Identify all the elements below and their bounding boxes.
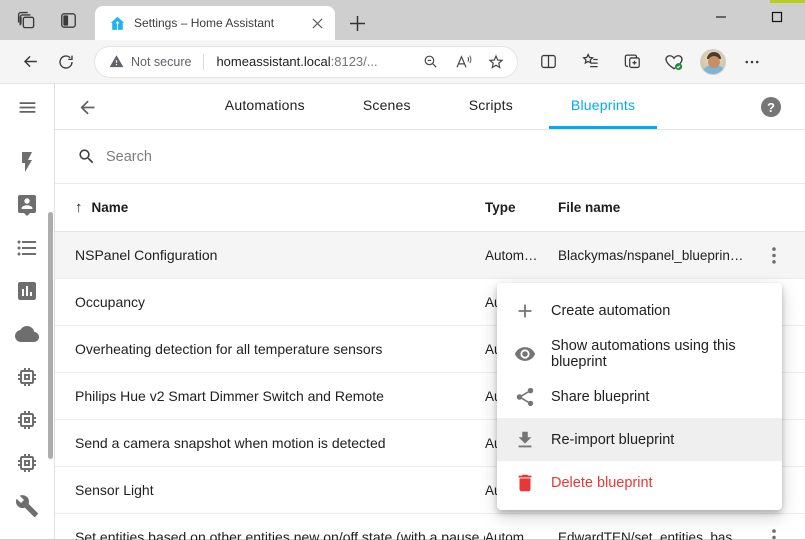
security-label: Not secure xyxy=(131,55,191,69)
share-icon xyxy=(514,386,536,408)
split-screen-icon[interactable] xyxy=(532,46,564,78)
maximize-icon[interactable] xyxy=(749,0,805,34)
add-tab-to-collection-icon[interactable] xyxy=(616,46,648,78)
row-file-name: EdwardTEN/set_entities_bas… xyxy=(558,530,743,540)
row-name: Philips Hue v2 Smart Dimmer Switch and R… xyxy=(75,388,485,404)
refresh-icon[interactable] xyxy=(50,46,82,78)
context-menu: Create automation Show automations using… xyxy=(497,283,782,510)
chip-icon[interactable] xyxy=(15,451,39,475)
chart-box-icon[interactable] xyxy=(15,279,39,303)
browser-toolbar: Not secure homeassistant.local:8123/... xyxy=(0,40,805,84)
home-assistant-favicon xyxy=(109,15,126,32)
sidebar-scrollbar[interactable] xyxy=(48,212,53,459)
url-text[interactable]: homeassistant.local:8123/... xyxy=(216,54,410,69)
row-name: Sensor Light xyxy=(75,482,485,498)
row-name: Overheating detection for all temperatur… xyxy=(75,341,485,357)
ha-nav-tabs: Automations Scenes Scripts Blueprints xyxy=(55,84,805,129)
back-icon[interactable] xyxy=(14,46,46,78)
sidebar-icons xyxy=(0,150,54,518)
sort-arrow-icon[interactable]: ↑ xyxy=(75,199,83,216)
delete-icon xyxy=(514,472,536,494)
menu-item-label: Share blueprint xyxy=(551,389,649,405)
table-header: ↑ Name Type File name xyxy=(55,184,805,232)
person-pin-icon[interactable] xyxy=(15,193,39,217)
row-overflow-menu-icon[interactable] xyxy=(764,525,784,540)
search-icon xyxy=(77,147,96,166)
menu-item-label: Create automation xyxy=(551,303,670,319)
column-name[interactable]: Name xyxy=(92,200,129,215)
context-menu-item[interactable]: Re-import blueprint xyxy=(497,418,782,461)
read-aloud-icon[interactable] xyxy=(450,49,476,75)
table-row[interactable]: NSPanel Configuration Autom… Blackymas/n… xyxy=(55,232,805,279)
row-type: Autom… xyxy=(485,530,558,540)
tab-scripts[interactable]: Scripts xyxy=(447,84,535,129)
eye-icon xyxy=(514,343,536,365)
workspaces-icon[interactable] xyxy=(16,10,36,30)
context-menu-item[interactable]: Delete blueprint xyxy=(497,461,782,504)
row-name: Send a camera snapshot when motion is de… xyxy=(75,435,485,451)
top-edge-strip xyxy=(770,0,805,3)
list-icon[interactable] xyxy=(15,236,39,260)
row-name: NSPanel Configuration xyxy=(75,247,485,263)
table-row[interactable]: Set entities based on other entities new… xyxy=(55,514,805,540)
tab-actions-icon[interactable] xyxy=(58,10,78,30)
menu-icon[interactable] xyxy=(17,97,38,118)
wrench-icon[interactable] xyxy=(15,494,39,518)
context-menu-item[interactable]: Share blueprint xyxy=(497,375,782,418)
browser-tab-bar: Settings – Home Assistant xyxy=(0,0,805,40)
row-name: Occupancy xyxy=(75,294,485,310)
row-name: Set entities based on other entities new… xyxy=(75,529,485,540)
context-menu-item[interactable]: Show automations using this blueprint xyxy=(497,332,782,375)
address-divider xyxy=(203,54,204,70)
warning-icon[interactable] xyxy=(109,54,124,69)
profile-avatar[interactable] xyxy=(700,49,726,75)
search-bar xyxy=(55,130,805,184)
help-icon[interactable]: ? xyxy=(761,97,781,117)
search-input[interactable] xyxy=(106,149,805,165)
favorites-icon[interactable] xyxy=(574,46,606,78)
column-file-name[interactable]: File name xyxy=(558,200,743,215)
zoom-out-icon[interactable] xyxy=(417,49,443,75)
close-tab-icon[interactable] xyxy=(309,15,325,31)
row-overflow-menu-icon[interactable] xyxy=(764,243,784,268)
browser-tab[interactable]: Settings – Home Assistant xyxy=(95,6,335,40)
menu-item-label: Re-import blueprint xyxy=(551,432,674,448)
new-tab-icon[interactable] xyxy=(344,10,370,36)
tab-title: Settings – Home Assistant xyxy=(134,16,301,30)
menu-item-label: Delete blueprint xyxy=(551,475,653,491)
menu-item-label: Show automations using this blueprint xyxy=(551,338,765,370)
more-icon[interactable] xyxy=(736,46,768,78)
address-bar[interactable]: Not secure homeassistant.local:8123/... xyxy=(94,46,518,78)
context-menu-item[interactable]: Create automation xyxy=(497,289,782,332)
ha-back-icon[interactable] xyxy=(77,97,98,118)
tab-blueprints[interactable]: Blueprints xyxy=(549,84,657,129)
chip-icon[interactable] xyxy=(15,365,39,389)
row-type: Autom… xyxy=(485,248,558,263)
chip-icon[interactable] xyxy=(15,408,39,432)
column-type[interactable]: Type xyxy=(485,200,558,215)
favorite-star-icon[interactable] xyxy=(483,49,509,75)
browser-essentials-icon[interactable] xyxy=(658,46,690,78)
bolt-icon[interactable] xyxy=(15,150,39,174)
import-icon xyxy=(514,429,536,451)
plus-icon xyxy=(514,300,536,322)
cloud-icon[interactable] xyxy=(15,322,39,346)
row-file-name: Blackymas/nspanel_blueprin… xyxy=(558,248,743,263)
ha-sidebar xyxy=(0,84,55,539)
tab-scenes[interactable]: Scenes xyxy=(341,84,433,129)
tab-automations[interactable]: Automations xyxy=(203,84,327,129)
ha-header: Automations Scenes Scripts Blueprints ? xyxy=(55,84,805,130)
minimize-icon[interactable] xyxy=(693,0,749,34)
